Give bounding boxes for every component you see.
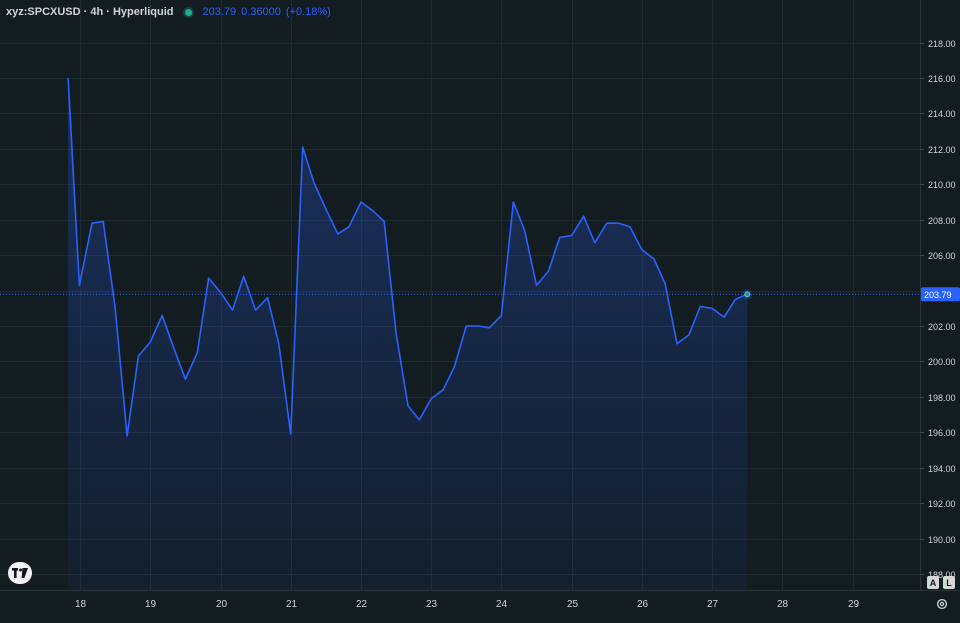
time-tick-label: 25: [567, 599, 579, 610]
time-tick-label: 19: [145, 599, 157, 610]
price-tick-label: 192.00: [928, 499, 956, 509]
price-tick-label: 212.00: [928, 145, 956, 155]
tradingview-logo-icon[interactable]: [8, 562, 32, 584]
time-tick-label: 26: [637, 599, 649, 610]
marker-layer: 203.79: [0, 287, 960, 302]
chart-root[interactable]: 188.00 190.00 192.00 194.00 196.00 198.00 200.…: [0, 0, 960, 623]
time-tick-label: 23: [426, 599, 438, 610]
price-tick-label: 208.00: [928, 216, 956, 226]
chart-canvas[interactable]: 188.00190.00192.00194.00196.00198.00200.…: [0, 0, 960, 623]
price-tick-label: 216.00: [928, 74, 956, 84]
time-tick-label: 28: [777, 599, 789, 610]
auto-scale-button[interactable]: A: [927, 576, 939, 589]
price-tick-label: 194.00: [928, 464, 956, 474]
time-tick-label: 24: [496, 599, 508, 610]
price-tick-label: 196.00: [928, 428, 956, 438]
legend-change: 0.36000: [241, 6, 281, 18]
market-status-dot-icon: [185, 8, 193, 16]
price-tick-label: 190.00: [928, 535, 956, 545]
time-tick-label: 27: [707, 599, 719, 610]
price-tick-label: 214.00: [928, 109, 956, 119]
price-tick-label: 210.00: [928, 180, 956, 190]
series-area-fill: [68, 78, 748, 590]
time-tick-label: 22: [356, 599, 368, 610]
symbol-title[interactable]: xyz:SPCXUSD · 4h · Hyperliquid: [6, 6, 173, 18]
current-price-label: 203.79: [924, 290, 952, 300]
legend-last-price: 203.79: [202, 6, 237, 18]
area-layer: [68, 78, 748, 590]
time-tick-label: 18: [75, 599, 87, 610]
gear-glyph: [936, 598, 948, 610]
price-tick-label: 206.00: [928, 251, 956, 261]
gear-icon[interactable]: [935, 597, 949, 611]
price-tick-label: 198.00: [928, 393, 956, 403]
price-axis[interactable]: 188.00190.00192.00194.00196.00198.00200.…: [920, 0, 960, 623]
time-tick-label: 29: [848, 599, 860, 610]
tradingview-logo-glyph: [12, 568, 28, 578]
last-point-marker: [744, 291, 751, 298]
price-tick-label: 202.00: [928, 322, 956, 332]
price-axis-panel[interactable]: [920, 0, 960, 623]
symbol-legend[interactable]: xyz:SPCXUSD · 4h · Hyperliquid 203.79 0.…: [6, 4, 336, 20]
time-axis[interactable]: 18 19 20 21 22 23 24 25 26 27 28 29: [0, 590, 960, 623]
price-tick-label: 200.00: [928, 357, 956, 367]
time-tick-label: 20: [216, 599, 228, 610]
log-scale-button[interactable]: L: [943, 576, 955, 589]
time-tick-label: 21: [286, 599, 298, 610]
legend-change-percent: (+0.18%): [285, 6, 331, 18]
price-tick-label: 218.00: [928, 39, 956, 49]
